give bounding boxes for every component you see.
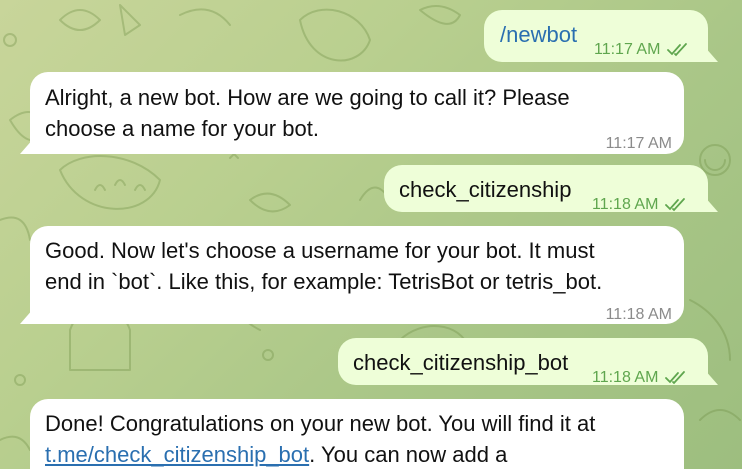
message-text-line: Done! Congratulations on your new bot. Y…	[45, 411, 596, 436]
message-text-line: end in `bot`. Like this, for example: Te…	[45, 269, 603, 294]
outgoing-message[interactable]: check_citizenship 11:18 AM	[384, 165, 718, 213]
message-time-label: 11:18 AM	[592, 369, 659, 386]
double-check-icon	[664, 198, 685, 212]
message-text-line: Alright, a new bot. How are we going to …	[45, 85, 570, 110]
message-time: 11:18 AM	[592, 362, 687, 393]
outgoing-message[interactable]: /newbot 11:17 AM	[484, 10, 718, 65]
bubble-tail	[704, 196, 718, 212]
bubble-tail	[704, 369, 718, 385]
outgoing-message[interactable]: check_citizenship_bot 11:18 AM	[338, 338, 718, 386]
message-time: 11:18 AM	[605, 306, 672, 323]
message-time: 11:17 AM	[594, 34, 689, 65]
message-text-fragment: . You can now add a	[309, 442, 508, 467]
message-time-label: 11:17 AM	[594, 41, 661, 58]
message-text-line: t.me/check_citizenship_bot. You can now …	[45, 439, 595, 469]
message-time: 11:17 AM	[605, 135, 672, 152]
double-check-icon	[666, 43, 687, 57]
message-text: check_citizenship	[399, 177, 572, 202]
bubble-tail	[20, 308, 34, 324]
bot-command-link[interactable]: /newbot	[500, 19, 577, 50]
message-text: check_citizenship_bot	[353, 350, 569, 375]
chat-messages: /newbot 11:17 AM Alright, a new bot. How…	[0, 0, 742, 469]
message-text-line: Good. Now let's choose a username for yo…	[45, 238, 595, 263]
bubble-tail	[704, 46, 718, 62]
incoming-message[interactable]: Done! Congratulations on your new bot. Y…	[30, 399, 684, 469]
bot-link[interactable]: t.me/check_citizenship_bot	[45, 442, 309, 467]
incoming-message[interactable]: Good. Now let's choose a username for yo…	[20, 226, 684, 324]
bubble-tail	[20, 138, 34, 154]
message-text-line: choose a name for your bot.	[45, 116, 319, 141]
message-time-label: 11:18 AM	[592, 196, 659, 213]
double-check-icon	[664, 371, 685, 385]
message-time: 11:18 AM	[592, 189, 687, 220]
incoming-message[interactable]: Alright, a new bot. How are we going to …	[20, 72, 684, 154]
